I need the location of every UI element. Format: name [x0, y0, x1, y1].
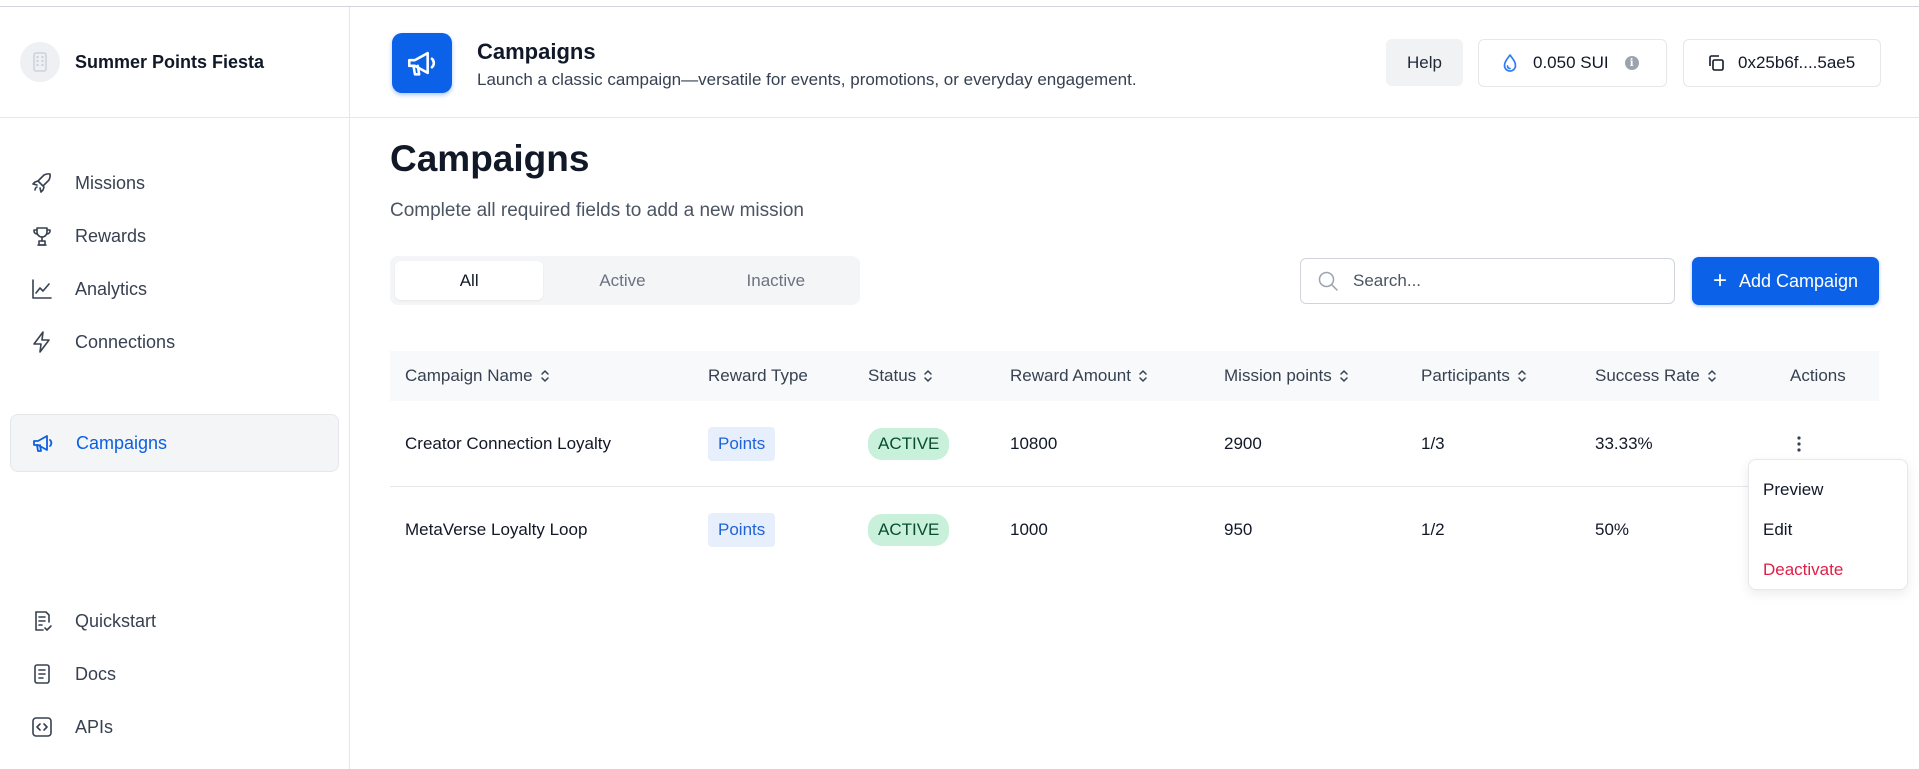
menu-item-preview[interactable]: Preview — [1749, 470, 1907, 510]
column-reward-type: Reward Type — [708, 351, 808, 401]
wallet-address-button[interactable]: 0x25b6f....5ae5 — [1683, 39, 1881, 87]
sidebar-item-apis[interactable]: APIs — [10, 698, 339, 756]
reward-amount: 10800 — [1010, 434, 1058, 453]
sort-icon — [1338, 368, 1350, 384]
brand-logo-icon — [20, 42, 60, 82]
campaign-name: Creator Connection Loyalty — [405, 434, 612, 453]
header-subtitle: Launch a classic campaign—versatile for … — [477, 70, 1137, 89]
reward-amount: 1000 — [1010, 520, 1048, 539]
filter-tabs: All Active Inactive — [390, 256, 860, 305]
menu-item-edit[interactable]: Edit — [1749, 510, 1907, 550]
table-header: Campaign Name Reward Type Status Reward … — [390, 351, 1879, 401]
mission-points: 2900 — [1224, 434, 1262, 453]
sidebar-item-label: Campaigns — [76, 432, 168, 453]
checklist-icon — [28, 607, 56, 635]
sort-icon — [539, 368, 551, 384]
column-actions: Actions — [1790, 351, 1846, 401]
code-icon — [28, 713, 56, 741]
rocket-icon — [28, 169, 56, 197]
column-label: Participants — [1421, 366, 1510, 385]
sidebar-item-label: Analytics — [75, 278, 148, 299]
sort-icon — [1706, 368, 1718, 384]
droplet-icon — [1501, 53, 1519, 73]
column-participants[interactable]: Participants — [1421, 351, 1528, 401]
tab-all[interactable]: All — [395, 261, 544, 300]
column-label: Reward Amount — [1010, 366, 1131, 385]
sidebar: Summer Points Fiesta Missions Rewards An… — [0, 7, 350, 769]
sidebar-item-analytics[interactable]: Analytics — [10, 260, 339, 318]
brand-name: Summer Points Fiesta — [75, 51, 265, 72]
column-reward-amount[interactable]: Reward Amount — [1010, 351, 1149, 401]
sidebar-item-label: Docs — [75, 663, 117, 684]
brand[interactable]: Summer Points Fiesta — [0, 7, 349, 118]
wallet-address: 0x25b6f....5ae5 — [1738, 53, 1856, 72]
campaign-name: MetaVerse Loyalty Loop — [405, 520, 588, 539]
add-campaign-button[interactable]: + Add Campaign — [1692, 257, 1879, 305]
tab-inactive[interactable]: Inactive — [702, 261, 850, 300]
sidebar-item-label: Connections — [75, 331, 176, 352]
column-mission-points[interactable]: Mission points — [1224, 351, 1350, 401]
line-chart-icon — [28, 275, 56, 303]
column-label: Reward Type — [708, 366, 808, 385]
browser-top-border — [0, 0, 1919, 7]
sidebar-item-label: Rewards — [75, 225, 147, 246]
lightning-icon — [28, 328, 56, 356]
sidebar-item-quickstart[interactable]: Quickstart — [10, 592, 339, 650]
reward-type-badge: Points — [708, 513, 776, 547]
actions-dropdown-menu: Preview Edit Deactivate — [1748, 459, 1908, 590]
column-label: Actions — [1790, 366, 1846, 385]
copy-icon — [1706, 53, 1726, 73]
column-label: Success Rate — [1595, 366, 1700, 385]
info-icon[interactable]: i — [1624, 56, 1639, 70]
page-title: Campaigns — [390, 138, 590, 179]
success-rate: 33.33% — [1595, 434, 1653, 453]
sui-balance[interactable]: 0.050 SUI i — [1478, 39, 1667, 87]
mission-points: 950 — [1224, 520, 1253, 539]
participants: 1/2 — [1421, 520, 1445, 539]
page-subtitle: Complete all required fields to add a ne… — [390, 200, 804, 221]
column-label: Campaign Name — [405, 366, 533, 385]
success-rate: 50% — [1595, 520, 1630, 539]
table-row[interactable]: Creator Connection Loyalty Points ACTIVE… — [390, 401, 1879, 487]
sidebar-item-docs[interactable]: Docs — [10, 645, 339, 703]
status-badge: ACTIVE — [868, 514, 950, 546]
tab-active[interactable]: Active — [548, 261, 696, 300]
document-icon — [28, 660, 56, 688]
sidebar-item-missions[interactable]: Missions — [10, 154, 339, 212]
column-success-rate[interactable]: Success Rate — [1595, 351, 1718, 401]
trophy-icon — [28, 222, 56, 250]
status-badge: ACTIVE — [868, 428, 950, 460]
header-title: Campaigns — [477, 39, 596, 64]
reward-type-badge: Points — [708, 427, 776, 461]
sidebar-item-campaigns[interactable]: Campaigns — [10, 414, 339, 472]
participants: 1/3 — [1421, 434, 1445, 453]
megaphone-icon — [29, 429, 57, 457]
add-campaign-label: Add Campaign — [1738, 270, 1859, 291]
sidebar-item-label: Quickstart — [75, 610, 157, 631]
sort-icon — [1137, 368, 1149, 384]
column-label: Status — [868, 366, 917, 385]
menu-item-deactivate[interactable]: Deactivate — [1749, 550, 1907, 590]
sidebar-item-label: APIs — [75, 716, 114, 737]
column-campaign-name[interactable]: Campaign Name — [405, 351, 551, 401]
search-input[interactable] — [1353, 271, 1653, 291]
search-icon — [1317, 270, 1339, 292]
megaphone-icon — [392, 33, 452, 93]
sort-icon — [922, 368, 934, 384]
page-header: Campaigns Launch a classic campaign—vers… — [350, 7, 1919, 118]
more-actions-icon[interactable] — [1789, 432, 1809, 456]
balance-value: 0.050 SUI — [1533, 53, 1609, 72]
search-box[interactable] — [1300, 258, 1675, 304]
table-row[interactable]: MetaVerse Loyalty Loop Points ACTIVE 100… — [390, 487, 1879, 573]
column-label: Mission points — [1224, 366, 1332, 385]
sidebar-item-rewards[interactable]: Rewards — [10, 207, 339, 265]
help-button[interactable]: Help — [1386, 39, 1463, 86]
column-status[interactable]: Status — [868, 351, 934, 401]
sidebar-item-connections[interactable]: Connections — [10, 313, 339, 371]
sort-icon — [1516, 368, 1528, 384]
sidebar-item-label: Missions — [75, 172, 146, 193]
plus-icon: + — [1712, 267, 1727, 294]
